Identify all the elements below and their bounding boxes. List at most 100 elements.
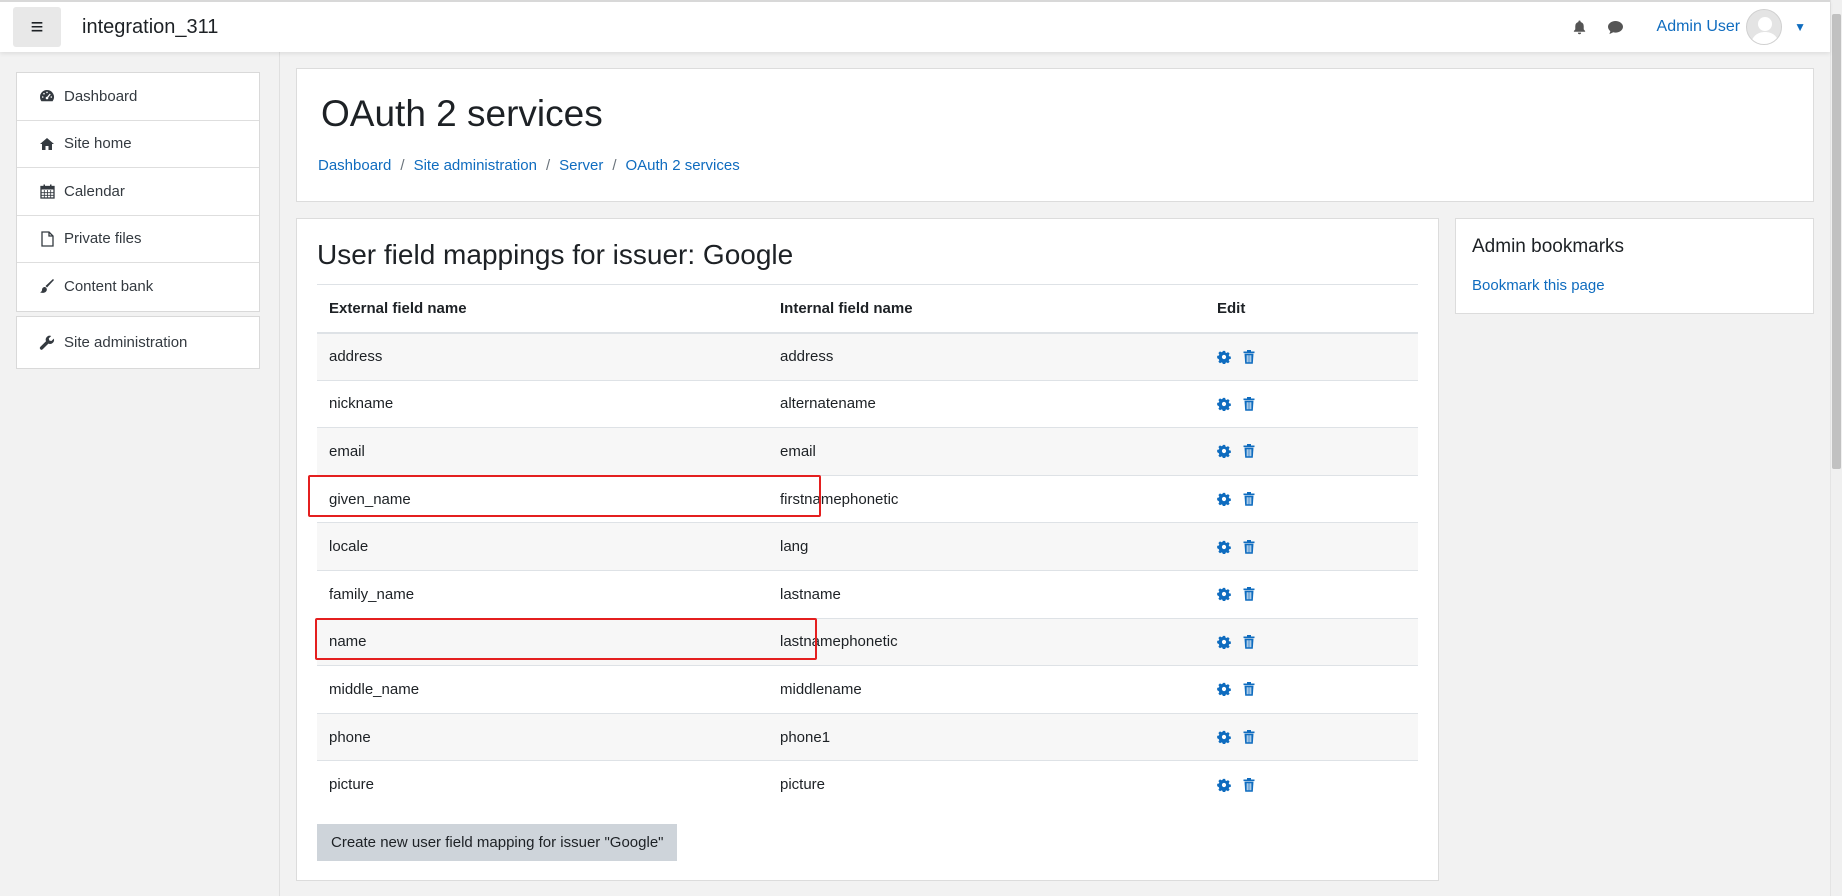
internal-field-name: firstnamephonetic xyxy=(768,474,1205,523)
gear-icon[interactable] xyxy=(1217,635,1231,649)
nav-admin-group: Site administration xyxy=(16,316,260,369)
internal-field-name: lang xyxy=(768,522,1205,571)
breadcrumb-site-administration[interactable]: Site administration xyxy=(414,157,537,174)
user-nav: Admin User ▼ xyxy=(1567,2,1816,52)
edit-cell xyxy=(1205,427,1418,476)
breadcrumb-separator: / xyxy=(612,157,617,174)
internal-field-name: email xyxy=(768,427,1205,476)
edit-cell xyxy=(1205,617,1418,666)
menu-toggle-button[interactable]: ≡ xyxy=(13,7,61,47)
navbar: ≡ integration_311 Admin User ▼ xyxy=(0,0,1830,52)
trash-icon[interactable] xyxy=(1243,349,1255,364)
nav-item-calendar[interactable]: Calendar xyxy=(17,168,259,216)
edit-cell xyxy=(1205,665,1418,714)
nav-item-label: Site administration xyxy=(64,334,188,351)
nav-item-private-files[interactable]: Private files xyxy=(17,216,259,263)
page-header: OAuth 2 services Dashboard / Site admini… xyxy=(296,68,1814,202)
internal-field-name: phone1 xyxy=(768,712,1205,761)
gear-icon[interactable] xyxy=(1217,397,1231,411)
table-row: nickname alternatename xyxy=(317,379,1418,428)
table-row: email email xyxy=(317,427,1418,476)
external-field-name: email xyxy=(317,427,768,476)
user-name[interactable]: Admin User xyxy=(1657,18,1741,36)
trash-icon[interactable] xyxy=(1243,539,1255,554)
nav-item-site-home[interactable]: Site home xyxy=(17,121,259,168)
internal-field-name: picture xyxy=(768,760,1205,809)
wrench-icon xyxy=(38,335,56,351)
scrollbar-thumb[interactable] xyxy=(1832,14,1841,469)
field-mappings-table: External field name Internal field name … xyxy=(317,284,1418,809)
table-row: name lastnamephonetic xyxy=(317,617,1418,666)
table-header-row: External field name Internal field name … xyxy=(317,284,1418,334)
bell-icon[interactable] xyxy=(1567,19,1593,35)
page-title: OAuth 2 services xyxy=(321,93,603,134)
trash-icon[interactable] xyxy=(1243,587,1255,602)
gear-icon[interactable] xyxy=(1217,540,1231,554)
trash-icon[interactable] xyxy=(1243,730,1255,744)
edit-cell xyxy=(1205,474,1418,523)
breadcrumb-oauth2-services[interactable]: OAuth 2 services xyxy=(626,157,740,174)
external-field-name: nickname xyxy=(317,379,768,428)
breadcrumb-dashboard[interactable]: Dashboard xyxy=(318,157,391,174)
column-header-edit: Edit xyxy=(1205,284,1418,334)
caret-down-icon[interactable]: ▼ xyxy=(1794,20,1806,34)
gear-icon[interactable] xyxy=(1217,492,1231,507)
gear-icon[interactable] xyxy=(1217,587,1231,602)
nav-item-label: Calendar xyxy=(64,182,125,200)
avatar[interactable] xyxy=(1746,9,1783,45)
nav-item-label: Site home xyxy=(64,135,132,153)
table-row: given_name firstnamephonetic xyxy=(317,474,1418,523)
dashboard-icon xyxy=(38,89,56,103)
trash-icon[interactable] xyxy=(1243,444,1255,459)
nav-item-dashboard[interactable]: Dashboard xyxy=(17,73,259,121)
external-field-name: picture xyxy=(317,760,768,809)
trash-icon[interactable] xyxy=(1243,777,1255,792)
table-row: phone phone1 xyxy=(317,712,1418,761)
chat-icon[interactable] xyxy=(1603,20,1629,35)
gear-icon[interactable] xyxy=(1217,730,1231,745)
external-field-name: family_name xyxy=(317,569,768,619)
site-name[interactable]: integration_311 xyxy=(82,16,218,39)
column-header-internal: Internal field name xyxy=(768,284,1205,334)
external-field-name: middle_name xyxy=(317,665,768,714)
breadcrumb-separator: / xyxy=(400,157,405,174)
internal-field-name: lastname xyxy=(768,569,1205,619)
internal-field-name: lastnamephonetic xyxy=(768,617,1205,666)
edit-cell xyxy=(1205,760,1418,809)
page-scrollbar[interactable] xyxy=(1830,0,1842,896)
trash-icon[interactable] xyxy=(1243,634,1255,649)
file-icon xyxy=(38,231,56,247)
nav-item-content-bank[interactable]: Content bank xyxy=(17,263,259,311)
edit-cell xyxy=(1205,569,1418,619)
internal-field-name: middlename xyxy=(768,665,1205,714)
home-icon xyxy=(38,137,56,151)
internal-field-name: alternatename xyxy=(768,379,1205,428)
trash-icon[interactable] xyxy=(1243,396,1255,411)
trash-icon[interactable] xyxy=(1243,492,1255,506)
table-row: address address xyxy=(317,332,1418,381)
gear-icon[interactable] xyxy=(1217,778,1231,792)
gear-icon[interactable] xyxy=(1217,444,1231,459)
nav-item-label: Private files xyxy=(64,230,142,248)
table-row: locale lang xyxy=(317,522,1418,571)
nav-item-site-administration[interactable]: Site administration xyxy=(17,317,259,368)
nav-item-label: Dashboard xyxy=(64,87,138,105)
gear-icon[interactable] xyxy=(1217,682,1231,697)
edit-cell xyxy=(1205,332,1418,381)
bookmark-this-page-link[interactable]: Bookmark this page xyxy=(1472,277,1605,294)
admin-bookmarks-block: Admin bookmarks Bookmark this page xyxy=(1455,218,1814,314)
calendar-icon xyxy=(38,184,56,199)
nav-drawer: Dashboard Site home Calendar Private fil… xyxy=(0,52,280,896)
column-header-external: External field name xyxy=(317,284,768,334)
gear-icon[interactable] xyxy=(1217,350,1231,364)
nav-main-group: Dashboard Site home Calendar Private fil… xyxy=(16,72,260,312)
main-content: User field mappings for issuer: Google E… xyxy=(296,218,1439,881)
bookmarks-title: Admin bookmarks xyxy=(1472,236,1625,257)
internal-field-name: address xyxy=(768,332,1205,381)
create-mapping-button[interactable]: Create new user field mapping for issuer… xyxy=(317,824,678,861)
trash-icon[interactable] xyxy=(1243,682,1255,697)
breadcrumb-server[interactable]: Server xyxy=(559,157,603,174)
nav-item-label: Content bank xyxy=(64,278,154,296)
menu-icon: ≡ xyxy=(30,14,44,39)
breadcrumb: Dashboard / Site administration / Server… xyxy=(318,157,740,174)
